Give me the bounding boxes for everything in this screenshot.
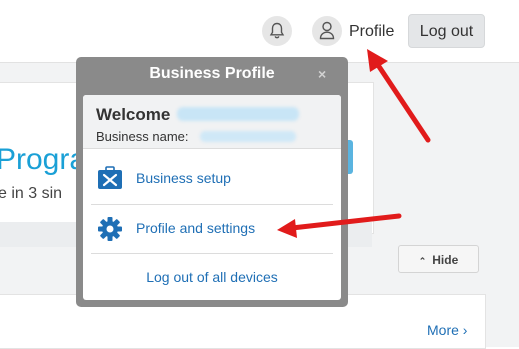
arrow-to-profile-settings: [277, 213, 402, 238]
annotation-arrows: [277, 49, 431, 238]
arrow-to-profile: [367, 49, 431, 143]
